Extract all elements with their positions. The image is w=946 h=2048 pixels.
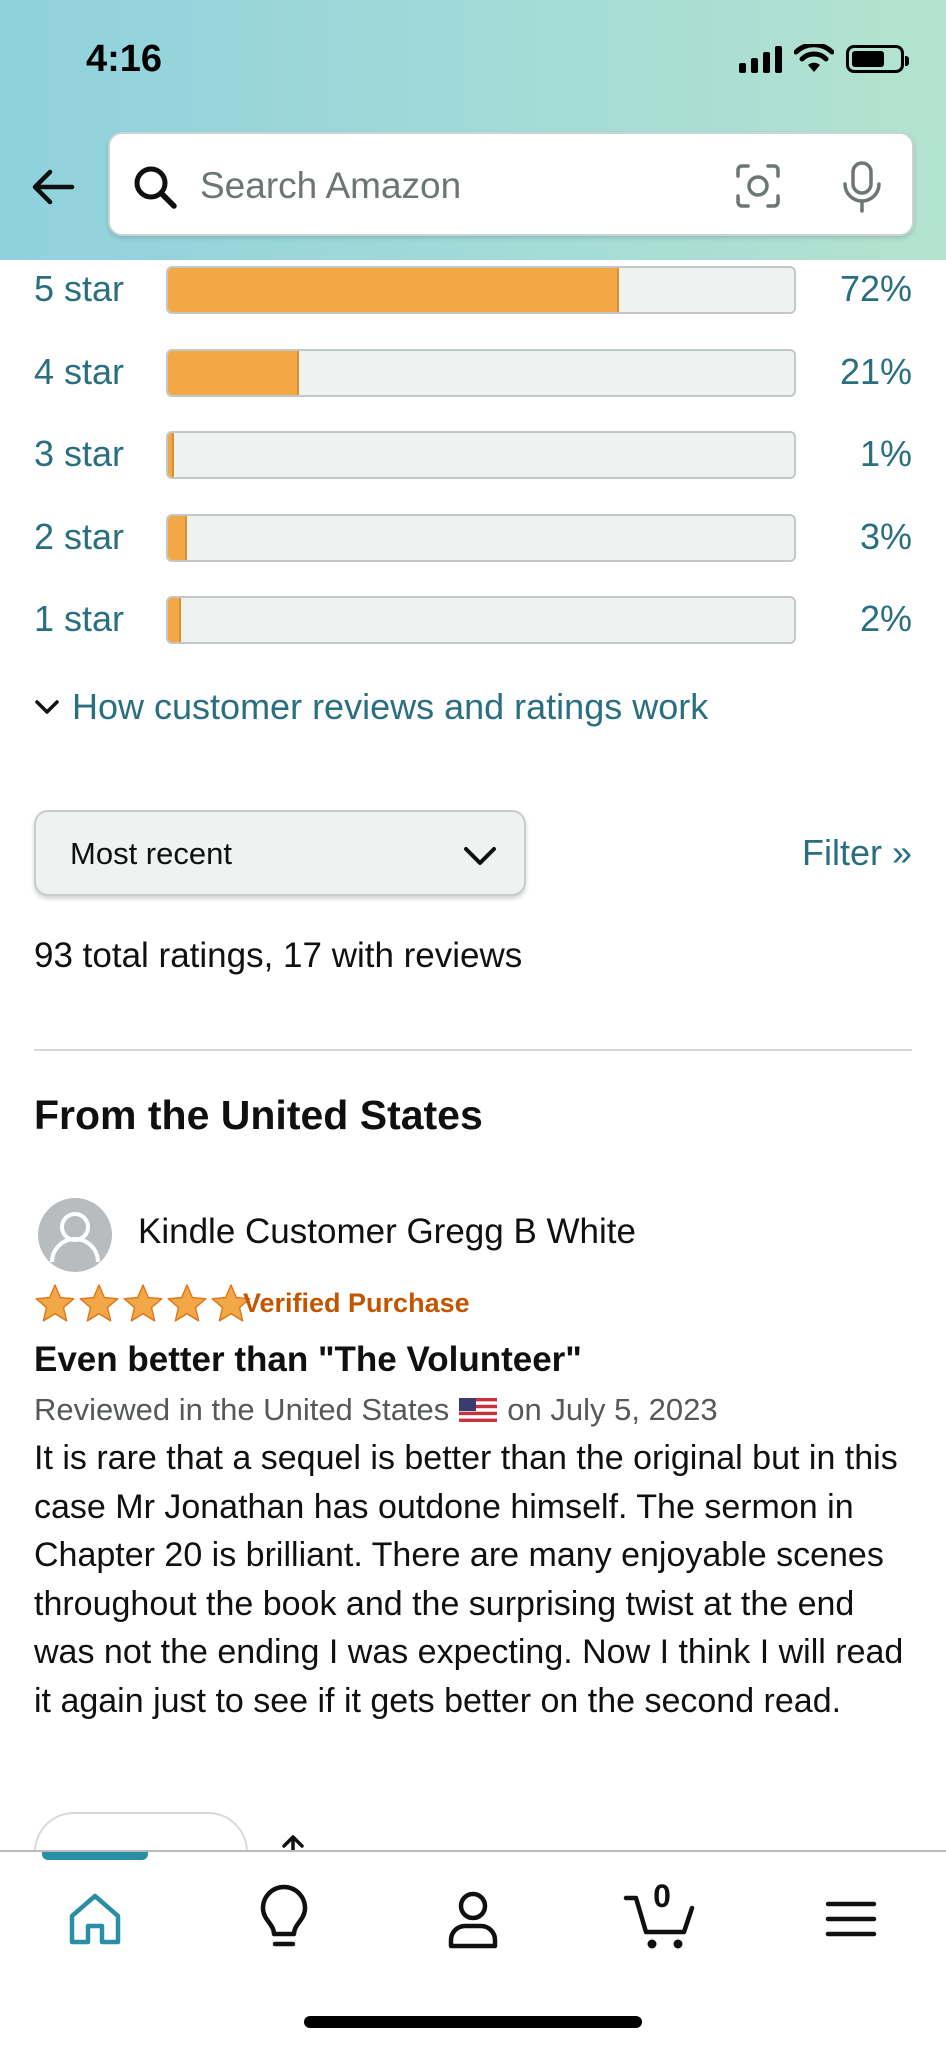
review-body: It is rare that a sequel is better than …	[34, 1439, 904, 1720]
histogram-bar[interactable]	[166, 514, 796, 562]
histogram-row-2[interactable]: 2 star 3%	[0, 508, 946, 568]
review-meta-location: Reviewed in the United States	[34, 1392, 450, 1427]
histogram-fill	[168, 516, 187, 560]
histogram-percent[interactable]: 2%	[860, 598, 912, 640]
reviewer-name[interactable]: Kindle Customer Gregg B White	[138, 1212, 636, 1252]
star-icon	[123, 1284, 163, 1322]
review-title: Even better than "The Volunteer"	[34, 1340, 582, 1379]
avatar[interactable]	[38, 1198, 112, 1272]
histogram-row-5[interactable]: 5 star 72%	[0, 260, 946, 320]
histogram-fill	[168, 268, 619, 312]
histogram-percent[interactable]: 21%	[840, 351, 912, 393]
star-icon	[35, 1284, 75, 1322]
how-reviews-work-label[interactable]: How customer reviews and ratings work	[72, 686, 708, 728]
search-input[interactable]	[200, 158, 660, 214]
search-box[interactable]	[108, 132, 914, 236]
camera-icon[interactable]	[734, 162, 782, 210]
star-icon	[79, 1284, 119, 1322]
histogram-label[interactable]: 3 star	[34, 433, 124, 475]
bottom-nav: 0	[0, 1850, 946, 2048]
verified-purchase-badge: Verified Purchase	[243, 1288, 470, 1318]
wifi-icon	[794, 44, 834, 72]
histogram-percent[interactable]: 1%	[860, 433, 912, 475]
histogram-percent[interactable]: 3%	[860, 516, 912, 558]
review-meta-date: on July 5, 2023	[507, 1392, 718, 1427]
section-title: From the United States	[34, 1092, 483, 1138]
histogram-bar[interactable]	[166, 266, 796, 314]
histogram-label[interactable]: 5 star	[34, 268, 124, 310]
menu-icon[interactable]	[816, 1884, 886, 1954]
how-reviews-work-link[interactable]: How customer reviews and ratings work	[32, 686, 708, 728]
histogram-label[interactable]: 1 star	[34, 598, 124, 640]
histogram-label[interactable]: 2 star	[34, 516, 124, 558]
divider	[34, 1049, 912, 1051]
sort-dropdown[interactable]: Most recent	[34, 810, 526, 896]
status-icons	[739, 44, 909, 74]
microphone-icon[interactable]	[840, 160, 884, 214]
status-time: 4:16	[86, 38, 163, 80]
histogram-fill	[168, 598, 181, 642]
account-icon[interactable]	[438, 1884, 508, 1954]
battery-icon	[846, 45, 909, 73]
cart-count: 0	[653, 1878, 671, 1914]
star-icon	[167, 1284, 207, 1322]
search-icon	[134, 166, 177, 209]
total-ratings-text: 93 total ratings, 17 with reviews	[34, 936, 523, 975]
home-indicator-bar	[304, 2016, 642, 2028]
histogram-percent[interactable]: 72%	[840, 268, 912, 310]
histogram-row-4[interactable]: 4 star 21%	[0, 343, 946, 403]
us-flag-icon	[459, 1398, 498, 1422]
histogram-fill	[168, 433, 175, 477]
cart-button[interactable]: 0	[622, 1878, 702, 1954]
histogram-bar[interactable]	[166, 349, 796, 397]
histogram-label[interactable]: 4 star	[34, 351, 124, 393]
chevron-down-icon	[464, 847, 496, 865]
histogram-bar[interactable]	[166, 431, 796, 479]
back-arrow-icon[interactable]	[28, 162, 78, 212]
histogram-row-3[interactable]: 3 star 1%	[0, 425, 946, 485]
lightbulb-icon[interactable]	[249, 1884, 319, 1954]
chevron-down-icon	[35, 700, 59, 714]
sort-selected-label: Most recent	[70, 836, 232, 871]
avatar-person-icon	[50, 1212, 100, 1263]
app-header: 4:16	[0, 0, 946, 260]
histogram-bar[interactable]	[166, 596, 796, 644]
histogram-fill	[168, 351, 300, 395]
star-rating	[34, 1282, 252, 1324]
review-meta: Reviewed in the United States on July 5,…	[34, 1392, 718, 1428]
histogram-row-1[interactable]: 1 star 2%	[0, 590, 946, 650]
home-icon[interactable]	[60, 1884, 130, 1954]
active-tab-indicator	[42, 1852, 148, 1860]
filter-link[interactable]: Filter »	[802, 832, 912, 874]
signal-icon	[739, 45, 782, 73]
